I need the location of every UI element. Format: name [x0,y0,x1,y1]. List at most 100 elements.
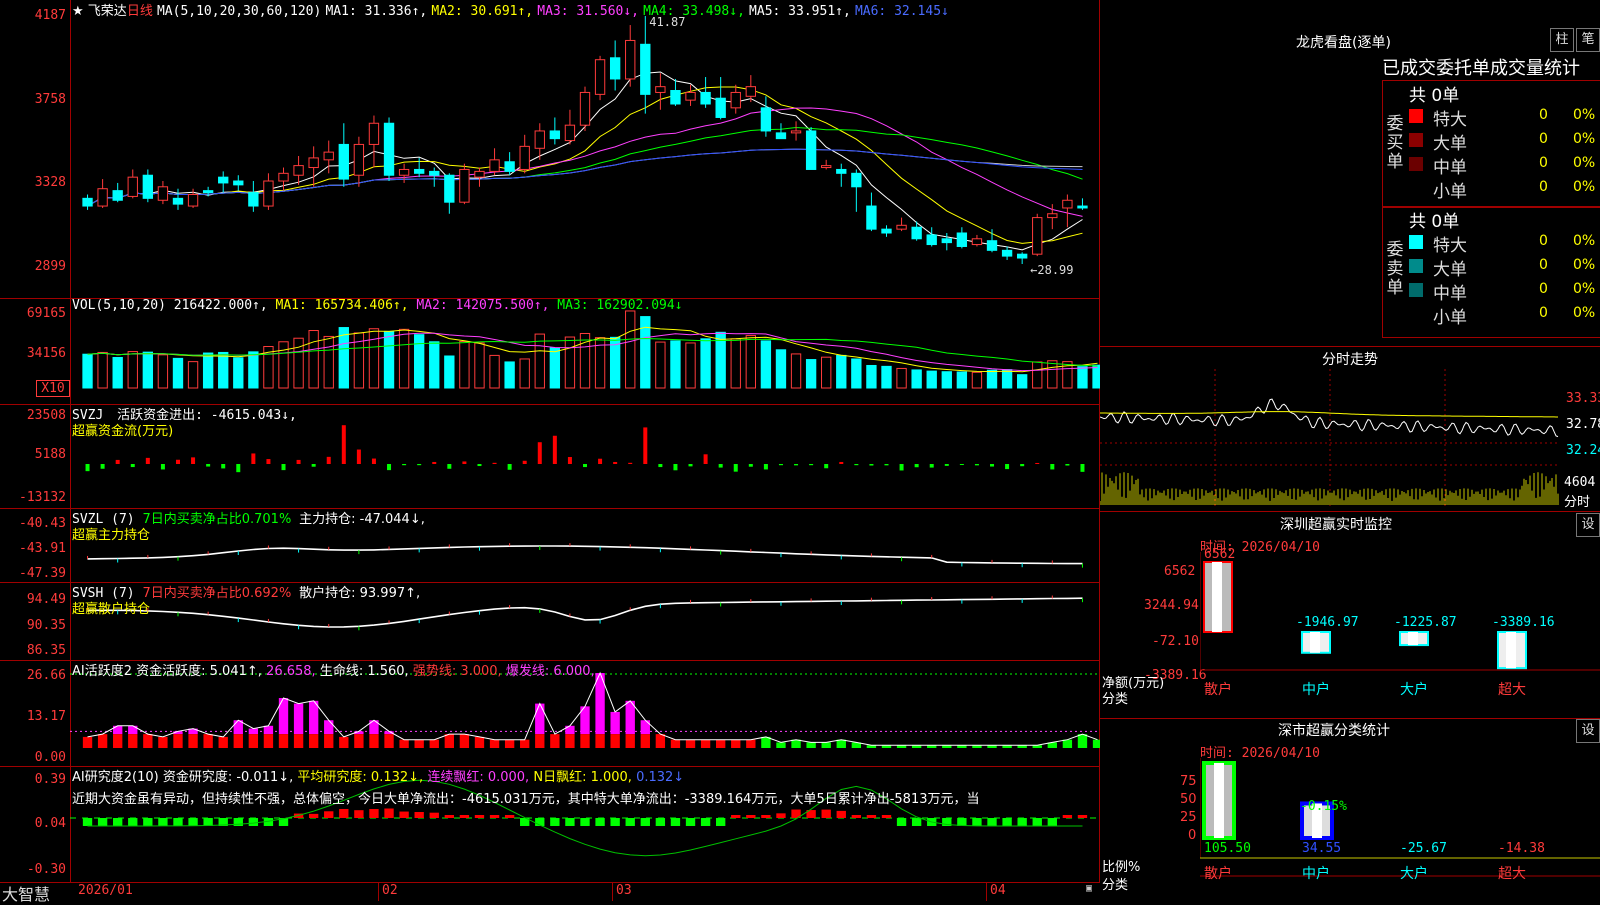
fund-flow-bar [839,461,844,464]
research-bar [700,818,711,826]
ai-activity-pane[interactable]: 26.66 13.17 0.00 AI活跃度2 资金活跃度: 5.041↑, 2… [0,660,1100,767]
ai1-tick: 13.17 [26,709,66,724]
monitor-panel[interactable]: 深圳超赢实时监控 设 时间: 2026/04/10 6562 3244.94 -… [1100,512,1600,719]
ai2-comment: 近期大资金虽有异动，但持续性不强，总体偏空，今日大单净流出：-4615.031万… [72,792,980,807]
volume-bar [821,356,832,389]
candle-body [489,159,500,172]
candle-body [157,186,169,201]
stats-chart[interactable]: -0.15% 105.50 散户 34.55 中户 -25.67 大户 -14.38 超大 [1200,718,1600,900]
monitor-bar-shine [1212,562,1222,632]
ai-research-pane[interactable]: 0.39 0.04 -0.30 AI研究度2(10) 资金研究度: -0.011… [0,766,1100,882]
vol-tick: 34156 [26,346,66,361]
ma-line [87,148,1083,207]
order-label: 特大 [1433,110,1467,130]
activity-bar [565,734,575,748]
research-bar [444,815,455,818]
fund-flow-bar [884,464,889,466]
volume-pane[interactable]: 69165 34156 X10 VOL(5,10,20) 216422.000↑… [0,298,1100,405]
volume-chart[interactable] [70,298,1100,404]
intraday-tick: 32.24 [1566,443,1600,458]
candlestick-chart[interactable]: 41.87←28.99 [70,0,1100,298]
research-bar [339,808,349,818]
ai1-t4: 强势线: 3.000, [412,664,502,679]
intraday-chart[interactable] [1100,369,1560,507]
intraday-panel[interactable]: 分时走势 33.33 32.78 32.24 4604 分时 [1100,346,1600,512]
candle-body [233,180,244,186]
research-bar [640,818,650,826]
price-pane[interactable]: 4187 3758 3328 2899 41.87 ←28.99 ★ 飞荣达日线 … [0,0,1100,299]
research-bar [82,818,93,826]
fund-flow-bar [613,461,618,464]
research-bar [1062,815,1073,818]
order-row: 特大 0 0% [1409,105,1600,130]
svsh-pane[interactable]: 94.49 90.35 86.35 SVSH (7) 7日内买卖净占比0.692… [0,582,1100,661]
svzl-pane[interactable]: -40.43 -43.91 -47.39 SVZL (7) 7日内买卖净占比0.… [0,508,1100,583]
research-bar [459,815,470,818]
volume-bar [805,359,817,389]
date-axis: 大智慧 2026/01 02 03 04 ▣ [0,882,1100,904]
activity-bar [113,734,123,748]
candle-body [881,228,892,234]
activity-bar [535,703,545,735]
volume-bar [911,369,922,389]
price-tick: 2899 [34,259,66,274]
activity-bar [278,734,289,748]
stats-value: -25.67 [1400,841,1447,856]
date-tick: 03 [616,883,632,898]
candle-body [172,197,184,205]
zhu-button[interactable]: 柱 [1550,28,1574,52]
fund-flow-bar [1050,464,1055,470]
volume-bar [444,355,455,389]
candle-body [263,180,274,207]
fund-flow-bar [417,464,422,466]
candle-body [866,205,877,230]
candle-body [821,165,832,169]
research-bar [746,815,756,818]
ma-line [87,126,1083,207]
volume-bar [414,334,425,389]
fund-flow-bar [899,464,904,471]
bi-button[interactable]: 笔 [1576,28,1600,52]
fund-flow-bar [326,456,331,464]
activity-bar [384,734,394,748]
fund-flow-bar [944,464,949,466]
order-color-swatch [1409,235,1423,249]
volume-bar [398,328,410,389]
volume-bar [534,333,545,389]
main-chart-area[interactable]: 4187 3758 3328 2899 41.87 ←28.99 ★ 飞荣达日线 … [0,0,1100,904]
fund-flow-bar [990,464,995,467]
vol-ma1: MA1: 165734.406↑, [275,298,409,313]
volume-bar [564,336,576,389]
monitor-tick: 3244.94 [1144,598,1199,613]
candle-body [97,188,108,207]
activity-bar [188,734,198,748]
fund-flow-bar [854,464,859,466]
vol-ma3: MA3: 162902.094↓ [557,298,683,313]
monitor-chart[interactable]: 6562 散户 -1946.97 中户 -1225.87 大户 -3389.16 超大 [1200,512,1600,718]
research-bar [1002,818,1012,826]
research-bar [384,808,394,818]
ai2-t1: 资金研究度: -0.011↓, [162,770,294,785]
side-char: 单 [1386,152,1404,172]
research-bar [429,812,439,818]
activity-bar [143,734,153,748]
volume-bar [836,354,847,389]
activity-bar [324,720,334,735]
stats-panel[interactable]: 深市超赢分类统计 设 时间: 2026/04/10 75 50 25 0 比例%… [1100,718,1600,900]
monitor-bar-shine [1310,632,1320,653]
lock-icon: ▣ [1086,883,1093,894]
volume-bar [956,371,968,389]
order-color-swatch [1409,181,1423,195]
volume-bar [504,361,515,389]
order-pct: 0% [1573,107,1596,123]
fund-flow-bar [311,464,316,467]
candle-body [760,107,772,132]
activity-bar [776,742,786,748]
candle-body [293,165,304,176]
price-tick: 3758 [34,92,66,107]
candle-body [730,91,741,109]
candle-body [1077,205,1088,209]
svzj-pane[interactable]: 23508 5188 -13132 SVZJ 活跃资金进出: -4615.043… [0,404,1100,509]
research-bar [489,815,500,818]
activity-bar [248,734,259,748]
